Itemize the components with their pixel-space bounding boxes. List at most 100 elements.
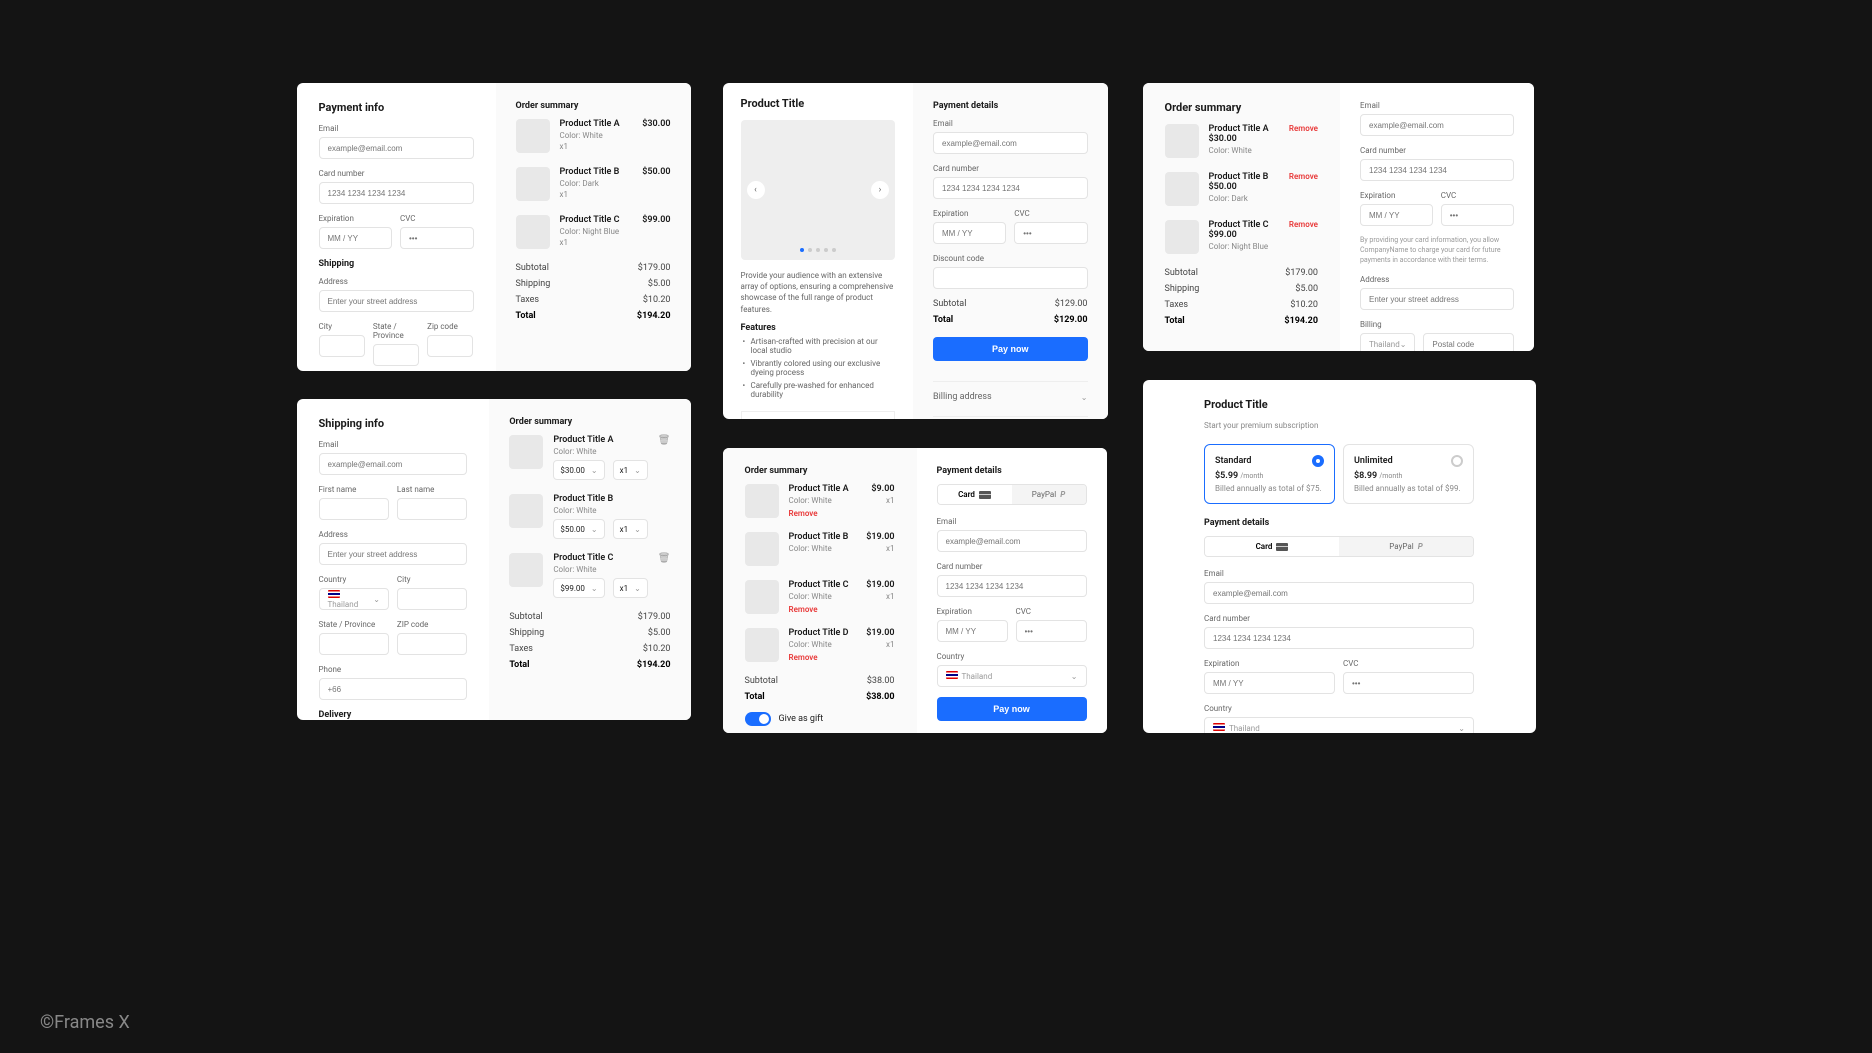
country-select[interactable]: Thailand⌄ — [1204, 717, 1474, 733]
phone-input[interactable] — [319, 678, 468, 700]
city-input[interactable] — [397, 588, 467, 610]
product-description: Provide your audience with an extensive … — [741, 270, 896, 315]
price-select[interactable]: $30.00⌄ — [553, 460, 604, 480]
order-summary-heading: Order summary — [516, 101, 671, 111]
exp-input[interactable] — [933, 222, 1006, 244]
plan-period: /month — [1240, 472, 1263, 480]
email-input[interactable] — [319, 453, 468, 475]
pay-button[interactable]: Pay now — [937, 697, 1087, 721]
item-price: $50.00 — [642, 167, 670, 201]
address-input[interactable] — [319, 543, 468, 565]
taxes-value: $10.20 — [643, 644, 671, 654]
cvc-label: CVC — [400, 214, 474, 223]
exp-input[interactable] — [319, 227, 393, 249]
card-input[interactable] — [1204, 627, 1474, 649]
chevron-down-icon: ⌄ — [1081, 393, 1088, 402]
exp-input[interactable] — [1204, 672, 1335, 694]
zip-label: Zip code — [427, 322, 473, 331]
cvc-input[interactable] — [1343, 672, 1474, 694]
email-input[interactable] — [937, 530, 1087, 552]
remove-button[interactable]: Remove — [1289, 124, 1318, 158]
card-input[interactable] — [933, 177, 1088, 199]
chevron-down-icon: ⌄ — [1458, 724, 1465, 733]
lname-input[interactable] — [397, 498, 467, 520]
email-input[interactable] — [933, 132, 1088, 154]
email-input[interactable] — [1204, 582, 1474, 604]
postal-input[interactable] — [1423, 333, 1513, 351]
product-thumb — [745, 484, 779, 518]
country-select[interactable]: Thailand⌄ — [1360, 333, 1415, 351]
gift-toggle[interactable] — [745, 712, 771, 726]
qty-select[interactable]: x1⌄ — [613, 460, 648, 480]
total-value: $194.20 — [1284, 316, 1318, 326]
item-price: $99.00 — [1209, 230, 1279, 240]
remove-button[interactable]: Remove — [1289, 172, 1318, 206]
email-input[interactable] — [319, 137, 474, 159]
prev-button[interactable]: ‹ — [747, 181, 765, 199]
remove-button[interactable]: Remove — [789, 605, 857, 614]
billing-accordion[interactable]: Billing address⌄ — [933, 381, 1088, 412]
plan-standard[interactable]: Standard $129.00 Perfect for solo freela… — [741, 411, 896, 419]
total-value: $38.00 — [866, 692, 894, 702]
gift-label: Give as gift — [779, 714, 824, 724]
qty-select[interactable]: x1⌄ — [613, 578, 648, 598]
email-label: Email — [933, 119, 1088, 128]
address-label: Address — [319, 530, 468, 539]
plan-price: $8.99 — [1354, 471, 1377, 481]
chevron-down-icon: ⌄ — [591, 466, 598, 475]
country-select[interactable]: Thailand⌄ — [319, 588, 389, 610]
tab-paypal[interactable]: PayPalP — [1339, 537, 1473, 556]
item-meta: Color: White — [553, 447, 647, 456]
country-select[interactable]: Thailand⌄ — [937, 665, 1087, 687]
zip-input[interactable] — [397, 633, 467, 655]
subtotal-value: $129.00 — [1055, 299, 1088, 309]
cvc-input[interactable] — [1441, 204, 1514, 226]
product-thumb — [1165, 124, 1199, 158]
trash-icon[interactable]: 🗑 — [658, 553, 671, 598]
remove-button[interactable]: Remove — [789, 509, 862, 518]
payment-details-heading: Payment details — [1204, 518, 1474, 528]
tab-card[interactable]: Card — [938, 485, 1012, 504]
trash-icon[interactable]: 🗑 — [658, 435, 671, 480]
cvc-label: CVC — [1014, 209, 1087, 218]
product-thumb — [1165, 172, 1199, 206]
card-input[interactable] — [937, 575, 1087, 597]
item-title: Product Title C — [553, 553, 647, 563]
exp-input[interactable] — [937, 620, 1008, 642]
card-input[interactable] — [319, 182, 474, 204]
state-input[interactable] — [319, 633, 389, 655]
item-meta: Color: Dark — [1209, 194, 1279, 203]
card-label: Card number — [933, 164, 1088, 173]
remove-button[interactable]: Remove — [789, 653, 857, 662]
next-button[interactable]: › — [871, 181, 889, 199]
address-input[interactable] — [319, 290, 474, 312]
email-input[interactable] — [1360, 114, 1514, 136]
tab-card[interactable]: Card — [1205, 537, 1339, 556]
exp-input[interactable] — [1360, 204, 1433, 226]
discount-input[interactable] — [933, 267, 1088, 289]
plan-standard[interactable]: Standard$5.99 /monthBilled annually as t… — [1204, 444, 1335, 504]
price-select[interactable]: $99.00⌄ — [553, 578, 604, 598]
chevron-down-icon: ⌄ — [1071, 672, 1078, 681]
pay-button[interactable]: Pay now — [933, 337, 1088, 361]
zip-input[interactable] — [427, 335, 473, 357]
qty-select[interactable]: x1⌄ — [613, 519, 648, 539]
shipping-value: $5.00 — [648, 628, 671, 638]
reviews-accordion[interactable]: Reviews⌄ — [933, 416, 1088, 419]
address-input[interactable] — [1360, 288, 1514, 310]
cvc-input[interactable] — [400, 227, 474, 249]
tab-paypal[interactable]: PayPalP — [1012, 485, 1086, 504]
plan-unlimited[interactable]: Unlimited$8.99 /monthBilled annually as … — [1343, 444, 1474, 504]
card-consent-note: By providing your card information, you … — [1360, 236, 1514, 265]
remove-button[interactable]: Remove — [1289, 220, 1318, 254]
cvc-input[interactable] — [1014, 222, 1087, 244]
price-select[interactable]: $50.00⌄ — [553, 519, 604, 539]
city-input[interactable] — [319, 335, 365, 357]
item-price: $50.00 — [1209, 182, 1279, 192]
cvc-input[interactable] — [1016, 620, 1087, 642]
state-input[interactable] — [373, 344, 419, 366]
fname-input[interactable] — [319, 498, 389, 520]
product-thumb — [509, 553, 543, 587]
order-summary-heading: Order summary — [509, 417, 670, 427]
card-input[interactable] — [1360, 159, 1514, 181]
